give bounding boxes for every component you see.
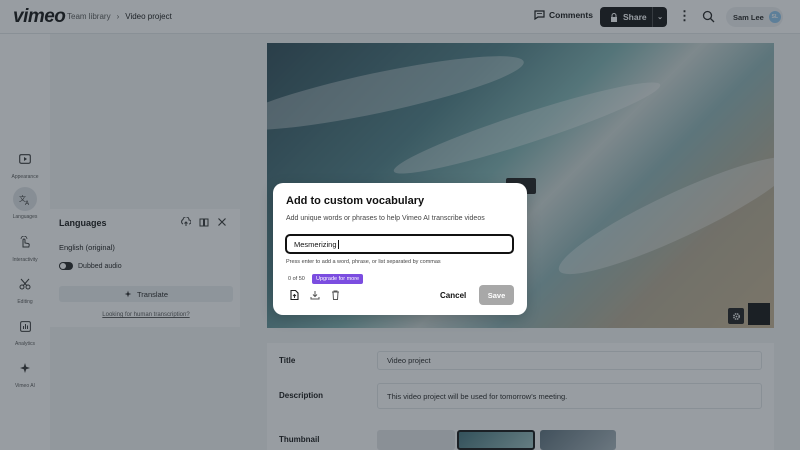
trash-icon[interactable] [331, 290, 340, 300]
file-upload-icon[interactable] [290, 290, 299, 300]
dialog-description: Add unique words or phrases to help Vime… [286, 215, 485, 222]
vocabulary-input[interactable]: Mesmerizing [285, 234, 514, 254]
input-hint: Press enter to add a word, phrase, or li… [286, 259, 441, 265]
vocabulary-count: 0 of 50 [288, 276, 305, 282]
text-caret [337, 239, 339, 249]
save-button[interactable]: Save [479, 285, 514, 305]
dialog-title: Add to custom vocabulary [286, 195, 425, 207]
upgrade-badge[interactable]: Upgrade for more [312, 274, 364, 284]
custom-vocabulary-dialog: Add to custom vocabulary Add unique word… [273, 183, 527, 315]
vocabulary-input-value: Mesmerizing [294, 239, 337, 249]
download-icon[interactable] [310, 290, 320, 300]
cancel-button[interactable]: Cancel [440, 291, 466, 300]
